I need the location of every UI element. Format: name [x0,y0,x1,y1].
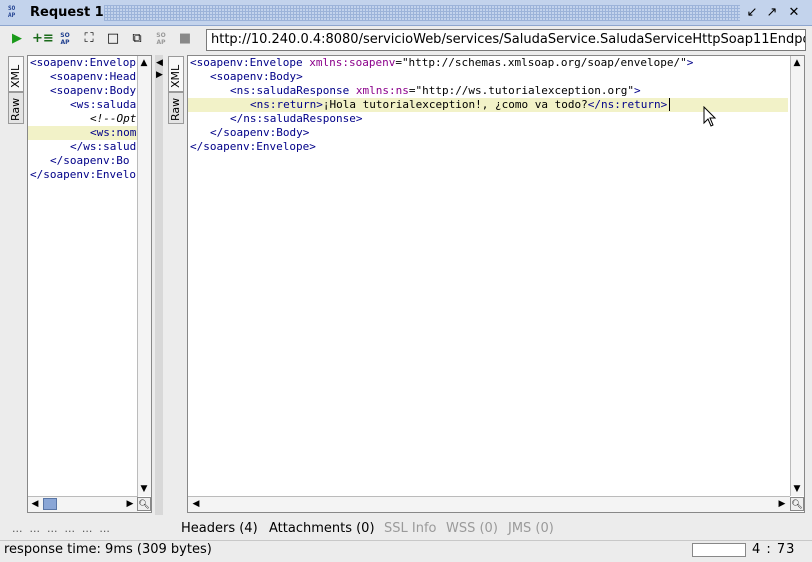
request-line: <soapenv:Head [50,70,137,83]
collapse-right-icon[interactable]: ▶ [156,70,163,80]
response-time-status: response time: 9ms (309 bytes) [4,542,212,557]
response-line-envelope: <soapenv:Envelope xmlns:soapenv="http://… [190,56,694,69]
response-line-envelope-close: </soapenv:Envelope> [190,140,316,153]
response-vertical-scrollbar[interactable] [790,56,804,496]
expand-icon[interactable]: ⛶ [80,30,98,48]
split-pane-divider[interactable] [155,55,163,515]
collapse-left-icon[interactable]: ◀ [156,58,163,68]
dock-icon[interactable]: ↙ [744,5,760,21]
add-assertion-icon[interactable]: +≡ [32,30,54,48]
response-line-return: <ns:return>¡Hola tutorialexception!, ¿co… [250,98,671,112]
stop-icon: ■ [178,31,192,46]
request-line: </soapenv:Bo [50,154,130,167]
response-line-body-close: </soapenv:Body> [210,126,310,139]
tab-request-raw[interactable]: Raw [8,92,24,124]
soapui-logo-icon: SO AP [8,5,16,19]
mouse-pointer-icon [703,106,717,127]
clone-icon[interactable]: ⧉ [128,30,146,48]
request-xml-editor[interactable]: <soapenv:Envelop <soapenv:Head <soapenv:… [27,55,152,513]
response-line-saluda-response-close: </ns:saludaResponse> [230,112,363,125]
request-line: <ws:saluda [70,98,137,111]
request-line: <soapenv:Body [50,84,137,97]
status-separator [0,540,812,541]
tab-headers[interactable]: Headers (4) [181,521,258,536]
scroll-left-icon[interactable]: ◀ [28,497,42,511]
tab-response-raw[interactable]: Raw [168,92,184,124]
scroll-up-icon[interactable]: ▲ [790,56,804,70]
request-line: <!--Opt [90,112,137,125]
title-bar-pattern [104,5,740,21]
request-line: </ws:salud [70,140,137,153]
tab-response-xml[interactable]: XML [168,56,184,92]
scroll-right-icon[interactable]: ▶ [775,497,789,511]
undock-icon[interactable]: ↗ [764,5,780,21]
scroll-left-icon[interactable]: ◀ [189,497,203,511]
response-line-body: <soapenv:Body> [210,70,303,83]
request-line: </soapenv:Envelo [30,168,136,181]
request-scroll-thumb[interactable] [43,498,57,510]
scroll-up-icon[interactable]: ▲ [137,56,151,70]
response-line-saluda-response: <ns:saludaResponse xmlns:ns="http://ws.t… [230,84,641,97]
zoom-icon[interactable]: 🔍︎ [790,497,804,511]
title-bar [0,0,812,26]
request-line: <ws:nom [90,126,137,139]
tab-request-xml[interactable]: XML [8,56,24,92]
endpoint-url-field[interactable]: http://10.240.0.4:8080/servicioWeb/servi… [206,29,806,51]
tab-jms: JMS (0) [508,521,554,536]
scroll-down-icon[interactable]: ▼ [137,482,151,496]
text-caret [669,98,671,111]
soap-disabled-icon: SO AP [156,32,166,46]
zoom-icon[interactable]: 🔍︎ [137,497,151,511]
request-line: <soapenv:Envelop [30,56,136,69]
window-title: Request 1 [30,5,104,20]
soap-icon[interactable]: SO AP [56,30,74,48]
response-horizontal-scrollbar[interactable] [188,496,790,512]
maximize-icon[interactable]: □ [104,30,122,48]
tab-wss: WSS (0) [446,521,498,536]
tab-ssl-info: SSL Info [384,521,437,536]
scroll-right-icon[interactable]: ▶ [123,497,137,511]
play-icon[interactable]: ▶ [8,30,26,48]
tab-attachments[interactable]: Attachments (0) [269,521,375,536]
request-bottom-tabs: ... ... ... ... ... ... [12,522,110,535]
close-icon[interactable]: ✕ [786,5,802,21]
caret-position: 4 : 73 [752,542,796,557]
request-vertical-scrollbar[interactable] [137,56,151,496]
scroll-down-icon[interactable]: ▼ [790,482,804,496]
progress-bar [692,543,746,557]
